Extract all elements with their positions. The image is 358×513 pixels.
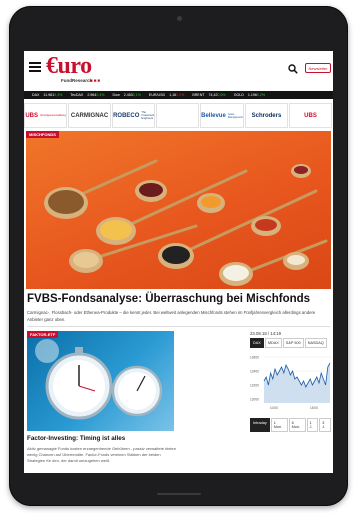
ticker-name: GOLD	[233, 93, 244, 97]
ticker-change: 0,4%	[96, 93, 105, 97]
y-tick-label: 12200	[250, 384, 259, 388]
y-tick-label: 12600	[250, 356, 259, 360]
partner-logo[interactable]: UBS Vermögensverwaltung	[24, 103, 68, 128]
index-tab[interactable]: DAX	[250, 338, 264, 348]
index-tabs: DAX MDAX S&P 500 NASDAQ	[250, 338, 332, 348]
ticker-name: Dow	[112, 93, 120, 97]
ticker-change: 0,5%	[217, 93, 226, 97]
partner-logo[interactable]: ROBECO The Investment Engineers	[112, 103, 156, 128]
ticker-name: DAX	[32, 93, 40, 97]
ticker-item[interactable]: Dow 2.4530,1%	[109, 93, 141, 97]
ticker-value: 2.453	[123, 93, 133, 97]
logo-subtitle: FundResearch	[61, 78, 93, 83]
range-tab[interactable]: 1 J.	[306, 418, 319, 432]
ticker-name: BRENT	[192, 93, 205, 97]
index-tab[interactable]: MDAX	[264, 338, 282, 348]
ticker-change: 0,1%	[132, 93, 141, 97]
camera-dot	[177, 16, 182, 21]
partner-logo-subtitle: The Investment Engineers	[141, 111, 155, 120]
category-tag[interactable]: MISCHFONDS	[26, 131, 59, 138]
index-line-chart: 12600 12400 12200 12000 10:00 15:00	[250, 356, 332, 410]
ticker-value: 1.196	[247, 93, 257, 97]
ticker-change: 0,2%	[176, 93, 185, 97]
x-tick-label: 15:00	[310, 406, 318, 410]
ticker-item[interactable]: EUR/USD 1,160,2%	[145, 93, 184, 97]
ticker-change: 0,2%	[256, 93, 266, 97]
index-chart-widget: 23.08.18 / 14:19 DAX MDAX S&P 500 NASDAQ 12…	[250, 331, 332, 451]
ticker-item[interactable]: TecDAX 2.9640,4%	[66, 93, 104, 97]
article-teaser: Aktiv gemanagte Fonds kosten erzaegenhen…	[27, 446, 176, 463]
range-tab[interactable]: Intraday	[250, 418, 270, 432]
hero-teaser: Carmignac-, Flossbach- oder Ethenea-Prod…	[27, 310, 316, 322]
partner-logo[interactable]: Schroders	[244, 103, 288, 128]
search-icon[interactable]	[288, 64, 298, 74]
partner-logo[interactable]: Bellevue Asset Management	[200, 103, 244, 128]
newsletter-button[interactable]: Newsletter	[305, 63, 331, 73]
partner-logo-text: CARMIGNAC	[70, 112, 109, 119]
y-tick-label: 12400	[250, 370, 259, 374]
ticker-value: 2.964	[87, 93, 97, 97]
chart-area	[264, 363, 330, 403]
ticker-name: TecDAX	[70, 93, 84, 97]
range-tabs: Intraday 1 Mon. 6 Mon. 1 J. 3 J.	[250, 418, 332, 432]
partner-logo-text: UBS	[25, 112, 39, 119]
hero-image[interactable]: MISCHFONDS	[26, 131, 331, 289]
ticker-value: 11.981	[43, 93, 55, 97]
range-tab[interactable]: 3 J.	[319, 418, 332, 432]
article-image[interactable]: FAKTOR-ETF	[27, 331, 174, 431]
home-indicator	[157, 493, 201, 495]
browser-screen: €uro FundResearch ■■■ Newsletter DAX 11.9…	[24, 51, 333, 473]
range-tab[interactable]: 6 Mon.	[288, 418, 306, 432]
ticker-item[interactable]: BRENT 74,420,5%	[188, 93, 225, 97]
partner-logo-subtitle: Vermögensverwaltung	[40, 114, 66, 117]
index-tab[interactable]: S&P 500	[282, 338, 304, 348]
widget-timestamp: 23.08.18 / 14:19	[250, 331, 282, 336]
ticker-value: 74,42	[208, 93, 218, 97]
ticker-item[interactable]: DAX 11.9810,4%	[28, 93, 62, 97]
partner-logo-text: ROBECO	[113, 112, 140, 119]
x-tick-label: 10:00	[270, 406, 278, 410]
partner-logo[interactable]: CARMIGNAC	[68, 103, 112, 128]
menu-icon[interactable]	[29, 62, 41, 72]
market-ticker: DAX 11.9810,4% TecDAX 2.9640,4% Dow 2.4530,1%…	[24, 91, 333, 99]
site-logo[interactable]: €uro	[46, 53, 92, 79]
partner-logo-strip: UBS Vermögensverwaltung CARMIGNAC ROBECO The…	[24, 103, 333, 128]
partner-logo-text: Schroders	[251, 112, 282, 119]
partner-logo[interactable]: UBS	[288, 103, 333, 128]
partner-logo-subtitle: Asset Management	[227, 112, 243, 119]
index-tab[interactable]: NASDAQ	[304, 338, 327, 348]
site-header: €uro FundResearch ■■■ Newsletter	[24, 51, 333, 89]
ticker-item[interactable]: GOLD 1.1960,2%	[230, 93, 265, 97]
article-headline[interactable]: Factor-Investing: Timing ist alles	[27, 435, 125, 442]
category-tag[interactable]: FAKTOR-ETF	[27, 331, 59, 338]
logo-dots: ■■■	[90, 78, 102, 83]
partner-logo-text: Bellevue	[201, 112, 226, 119]
hero-headline[interactable]: FVBS-Fondsanalyse: Überraschung bei Misc…	[27, 293, 310, 305]
ticker-name: EUR/USD	[148, 93, 166, 97]
tablet-frame: €uro FundResearch ■■■ Newsletter DAX 11.9…	[9, 6, 348, 506]
ticker-change: 0,4%	[54, 93, 63, 97]
section-divider	[27, 326, 330, 327]
partner-logo[interactable]	[156, 103, 200, 128]
spice-spoons-illustration	[44, 159, 328, 286]
y-tick-label: 12000	[250, 398, 259, 402]
partner-logo-text: UBS	[304, 112, 317, 119]
stopwatch-illustration	[35, 339, 163, 420]
range-tab[interactable]: 1 Mon.	[270, 418, 288, 432]
